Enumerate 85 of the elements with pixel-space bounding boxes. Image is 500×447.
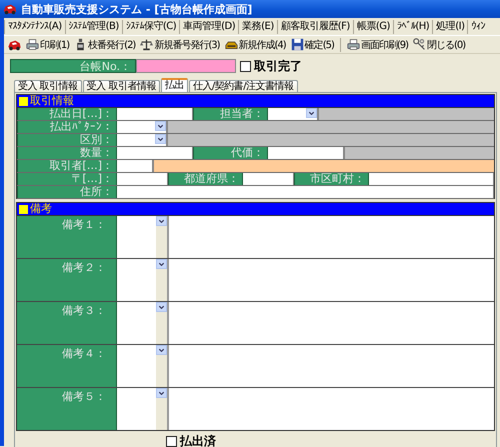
menu-item[interactable]: ｼｽﾃﾑ保守(C) — [122, 20, 180, 34]
menu-item[interactable]: ﾏｽﾀﾒﾝﾃﾅﾝｽ(A) — [4, 20, 65, 34]
toolbar-button[interactable]: 閉じる(0) — [412, 38, 466, 52]
square-icon — [19, 96, 28, 106]
dropdown-field[interactable] — [117, 259, 169, 301]
dropdown-button[interactable] — [156, 345, 167, 355]
section-title: 取引情報 — [30, 95, 74, 107]
input-field[interactable] — [117, 173, 168, 185]
chevron-icon — [158, 218, 165, 224]
printer-icon — [26, 38, 39, 51]
checkbox[interactable]: 取引完了 — [240, 58, 302, 74]
input-field[interactable] — [369, 173, 494, 185]
menu-item[interactable]: 帳票(G) — [352, 20, 393, 34]
chevron-icon — [158, 390, 165, 396]
field-label: 担当者： — [193, 108, 268, 120]
dropdown-button[interactable] — [155, 121, 166, 131]
field-label: 区別： — [17, 134, 117, 146]
field-label: 台帳No.： — [10, 59, 136, 73]
square-icon — [19, 204, 28, 214]
window-title: 自動車販売支援システム - [古物台帳作成画面] — [21, 2, 252, 16]
field-label: 備考４： — [17, 345, 117, 387]
toolbar-button[interactable]: 新規作成(4) — [224, 38, 287, 52]
field-label: 払出ﾊﾟﾀｰﾝ： — [17, 121, 117, 133]
dropdown-button[interactable] — [306, 108, 317, 118]
input-field[interactable] — [117, 160, 153, 172]
dropdown-button[interactable] — [156, 388, 167, 398]
input-field[interactable] — [268, 147, 344, 159]
field-label: 市区町村： — [294, 173, 369, 185]
dropdown-button[interactable] — [155, 134, 166, 144]
dropdown-field[interactable] — [117, 216, 169, 258]
keys-icon — [413, 38, 426, 51]
field-label: 住所： — [17, 186, 117, 198]
chevron-icon — [158, 260, 165, 268]
chevron-icon — [158, 304, 165, 310]
input-field[interactable] — [117, 186, 494, 198]
printer-icon — [346, 38, 360, 51]
input-field[interactable] — [243, 173, 294, 185]
menu-item[interactable]: ｼｽﾃﾑ管理(B) — [64, 20, 122, 34]
menu-item[interactable]: ｳｨﾝ — [467, 20, 488, 34]
menu-item[interactable]: 顧客取引履歴(F) — [276, 20, 353, 34]
floppy-icon — [290, 38, 304, 51]
tab[interactable]: 受入 取引情報 — [14, 80, 82, 92]
ledger-number-field[interactable] — [136, 59, 236, 73]
toolbar-button[interactable]: 印刷(1) — [25, 38, 70, 52]
menu-item[interactable]: 車両管理(D) — [179, 20, 238, 34]
checkbox[interactable]: 払出済 — [166, 433, 216, 447]
tab[interactable]: 仕入/契約書/注文書情報 — [188, 80, 298, 92]
field-label: 〒[…]： — [17, 173, 117, 185]
field-label: 取引者[…]： — [17, 160, 117, 172]
field-label: 備考３： — [17, 302, 117, 344]
menu-item[interactable]: 業務(E) — [238, 20, 277, 34]
menu-item[interactable]: 処理(I) — [432, 20, 468, 34]
field-label: 払出日[…]： — [17, 108, 117, 120]
input-field[interactable] — [117, 108, 193, 120]
dropdown-field[interactable] — [117, 302, 169, 344]
dropdown-button[interactable] — [156, 302, 167, 312]
field-label: 備考１： — [17, 216, 117, 258]
toolbar-button[interactable]: 確定(5) — [290, 38, 335, 52]
toolbar-button[interactable]: 枝番発行(2) — [73, 38, 136, 52]
toolbar-button[interactable]: 新規番号発行(3) — [139, 38, 221, 52]
dropdown-button[interactable] — [156, 216, 167, 226]
menu-item[interactable]: ﾗﾍﾞﾙ(H) — [392, 20, 432, 34]
dropdown-field[interactable] — [117, 134, 167, 146]
car-icon — [3, 2, 17, 16]
dropdown-field[interactable] — [268, 108, 318, 120]
field-label: 備考５： — [17, 388, 117, 430]
tab[interactable]: 受入 取引者情報 — [82, 80, 160, 92]
checkbox-label: 取引完了 — [254, 58, 302, 74]
section-title: 備考 — [30, 203, 52, 215]
dropdown-field[interactable] — [117, 388, 169, 430]
chevron-icon — [158, 346, 165, 354]
chevron-icon — [308, 110, 315, 116]
dropdown-field[interactable] — [117, 121, 167, 133]
field-label: 備考２： — [17, 259, 117, 301]
tab[interactable]: 払出 — [160, 78, 188, 92]
dropdown-field[interactable] — [117, 345, 169, 387]
checkbox-label: 払出済 — [180, 433, 216, 447]
dropdown-button[interactable] — [156, 259, 167, 269]
toolbar-button[interactable]: 画面印刷(9) — [346, 38, 410, 52]
field-label: 数量： — [17, 147, 117, 159]
field-label: 都道府県： — [168, 173, 243, 185]
input-field[interactable] — [117, 147, 193, 159]
field-label: 代価： — [193, 147, 268, 159]
scale-icon — [140, 38, 154, 51]
car-icon — [7, 38, 22, 52]
